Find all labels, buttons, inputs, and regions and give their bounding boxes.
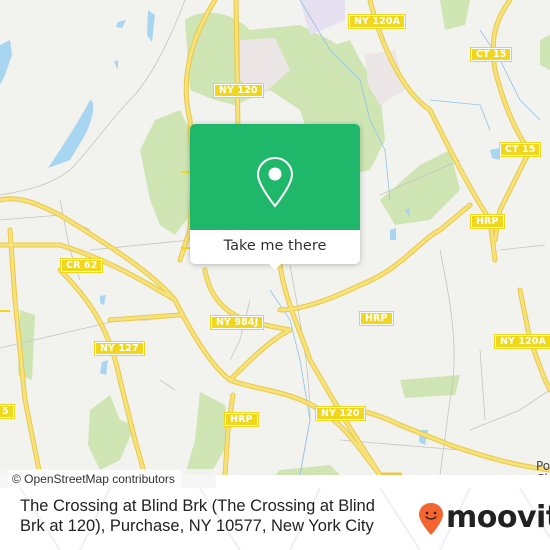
route-shield-partial: 5 (0, 404, 15, 419)
route-shield-ct-15: CT 15 (499, 142, 542, 157)
route-shield-ny-984j: NY 984J (210, 315, 265, 330)
take-me-there-button[interactable]: Take me there (190, 230, 360, 264)
footer: The Crossing at Blind Brk (The Crossing … (0, 488, 550, 550)
moovit-smiley-pin-icon (419, 503, 443, 535)
route-shield-hrp: HRP (224, 412, 259, 427)
popup-header[interactable] (190, 124, 360, 230)
map-pin-icon (256, 156, 294, 208)
location-popup[interactable]: Take me there (190, 124, 360, 270)
route-shield-ny-120a: NY 120A (494, 334, 550, 349)
place-label-line2: Cha (536, 473, 550, 476)
route-shield-partial-left (0, 310, 10, 312)
moovit-logo[interactable]: moovit (418, 498, 550, 538)
route-shield-ny-120: NY 120 (315, 406, 366, 421)
map-attribution[interactable]: © OpenStreetMap contributors (8, 470, 181, 488)
popup-tail (268, 263, 282, 270)
route-shield-cr-62: CR 62 (60, 258, 104, 273)
route-shield-hrp: HRP (470, 214, 505, 229)
route-shield-ny-127: NY 127 (94, 341, 145, 356)
map-canvas[interactable]: NY 120A NY 120 CT 15 CT 15 HRP CR 62 NY … (0, 0, 550, 475)
route-shield-hrp: HRP (359, 311, 394, 326)
place-label: Po Cha (536, 460, 550, 476)
route-shield-ny-120a: NY 120A (348, 14, 407, 29)
location-address: The Crossing at Blind Brk (The Crossing … (20, 497, 375, 535)
moovit-wordmark: moovit (446, 500, 550, 535)
route-shield-ny-120: NY 120 (213, 83, 264, 98)
route-shield-ct-15: CT 15 (470, 47, 513, 62)
